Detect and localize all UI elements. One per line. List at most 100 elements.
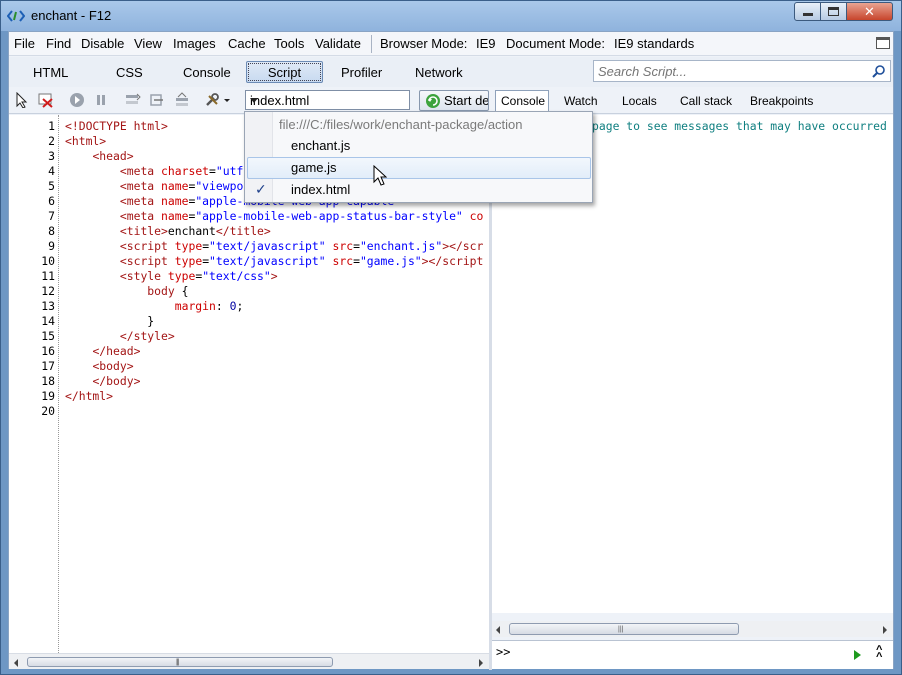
code-text: <head> [65,149,133,164]
code-token: "text/javascript" [209,254,326,268]
scroll-right-icon[interactable] [883,626,887,634]
start-debugging-icon [426,94,440,108]
maximize-button[interactable] [820,2,847,21]
line-number: 9 [48,239,55,253]
code-token: </head> [92,344,141,358]
dropdown-item-game-js[interactable]: game.js [247,157,591,179]
menu-tools[interactable]: Tools [274,36,304,51]
code-token: co [469,209,484,223]
tab-breakpoints[interactable]: Breakpoints [750,94,813,108]
scroll-left-icon[interactable] [14,659,18,667]
code-token: charset [161,164,210,178]
code-token: : [215,299,230,313]
code-token: margin [174,299,216,313]
menu-separator [371,35,372,53]
dropdown-item-label: enchant.js [291,138,351,153]
tab-call-stack[interactable]: Call stack [680,94,732,108]
unpin-icon[interactable] [876,37,890,49]
code-token: > [270,269,278,283]
clear-breakpoints-icon[interactable] [37,92,55,108]
tools-menu-icon[interactable] [204,92,232,108]
browser-mode-label[interactable]: Browser Mode: [380,36,467,51]
start-debugging-button[interactable]: Start de [419,90,489,111]
step-over-icon[interactable] [148,92,166,108]
code-token: body [147,284,175,298]
menu-validate[interactable]: Validate [315,36,361,51]
code-token: type [174,254,203,268]
minimize-button[interactable] [794,2,821,21]
search-icon[interactable] [872,64,886,78]
menu-file[interactable]: File [14,36,35,51]
close-button[interactable]: ✕ [846,2,893,21]
menu-images[interactable]: Images [173,36,216,51]
tab-profiler[interactable]: Profiler [341,65,382,80]
select-element-icon[interactable] [14,92,32,108]
line-number: 8 [48,224,55,238]
code-text: } [65,314,154,329]
run-script-icon[interactable] [854,650,861,660]
tab-html[interactable]: HTML [33,65,68,80]
tab-console-pane[interactable]: Console [495,90,549,112]
dropdown-item-enchant-js[interactable]: enchant.js [247,135,591,157]
chevron-down-icon [250,98,258,103]
document-mode-value[interactable]: IE9 standards [614,36,694,51]
script-file-select[interactable]: index.html [245,90,410,110]
step-into-icon[interactable] [123,92,141,108]
search-input[interactable] [596,63,866,79]
code-token: <script [119,239,175,253]
code-token: <meta [119,179,162,193]
console-prompt: >> [496,645,511,659]
close-icon: ✕ [864,3,875,19]
code-text: body { [65,284,188,299]
window-title: enchant - F12 [31,8,112,23]
line-number: 17 [41,359,55,373]
menu-view[interactable]: View [134,36,162,51]
scroll-left-icon[interactable] [496,626,500,634]
tab-css[interactable]: CSS [116,65,143,80]
tab-locals[interactable]: Locals [622,94,657,108]
check-icon: ✓ [255,181,267,197]
code-text: <title>enchant</title> [65,224,271,239]
code-text: <html> [65,134,106,149]
tab-network[interactable]: Network [415,65,463,80]
scrollbar-thumb[interactable]: ||| [27,657,333,667]
code-token: </title> [215,224,271,238]
console-input[interactable]: >> ^ ^ [492,640,893,669]
menu-find[interactable]: Find [46,36,71,51]
expand-multiline-icon[interactable]: ^ ^ [876,645,882,663]
menu-disable[interactable]: Disable [81,36,124,51]
line-number: 13 [41,299,55,313]
tab-script[interactable]: Script [246,61,323,83]
dropdown-header: file:///C:/files/work/enchant-package/ac… [279,117,523,132]
step-out-icon[interactable] [173,92,191,108]
browser-mode-value[interactable]: IE9 [476,36,496,51]
continue-icon[interactable] [68,92,86,108]
scroll-right-icon[interactable] [479,659,483,667]
code-horizontal-scrollbar[interactable]: ||| [9,653,490,669]
line-number: 7 [48,209,55,223]
scrollbar-thumb[interactable]: ||| [509,623,739,635]
title-bar[interactable]: enchant - F12 ✕ [1,1,901,31]
console-horizontal-scrollbar[interactable]: ||| [492,621,893,637]
line-number: 3 [48,149,55,163]
dropdown-item-label: game.js [291,160,337,175]
tab-console[interactable]: Console [183,65,231,80]
break-all-icon[interactable] [92,92,110,108]
dropdown-item-index-html[interactable]: ✓ index.html [247,179,591,201]
menu-cache[interactable]: Cache [228,36,266,51]
line-number: 10 [41,254,55,268]
script-file-select-value: index.html [250,93,310,108]
code-token: "game.js" [359,254,422,268]
document-mode-label[interactable]: Document Mode: [506,36,605,51]
script-file-dropdown: file:///C:/files/work/enchant-package/ac… [244,111,593,203]
app-window: enchant - F12 ✕ File Find Disable View I… [0,0,902,675]
tab-watch[interactable]: Watch [564,94,598,108]
code-token: </html> [65,389,114,403]
